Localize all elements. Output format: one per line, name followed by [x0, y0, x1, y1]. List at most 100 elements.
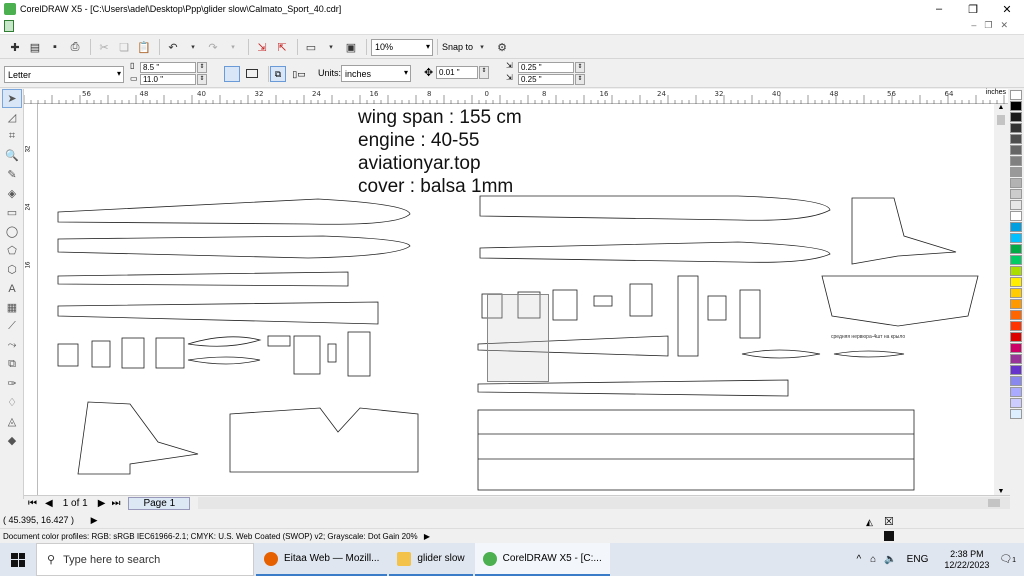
landscape-button[interactable]: [246, 69, 258, 78]
pick-tool-icon[interactable]: ➤: [2, 89, 22, 108]
ellipse-tool-icon[interactable]: ◯: [2, 222, 22, 241]
dimension-tool-icon[interactable]: ⟋: [2, 317, 22, 336]
color-swatch[interactable]: [1010, 310, 1022, 320]
text-tool-icon[interactable]: A: [2, 279, 22, 298]
cut-icon[interactable]: ✂: [95, 38, 113, 56]
zoom-level-select[interactable]: 10% ▾: [371, 38, 433, 56]
page-width-field[interactable]: 8.5 ": [140, 62, 196, 73]
copy-icon[interactable]: ❏: [115, 38, 133, 56]
show-hidden-icons-icon[interactable]: ^: [856, 554, 861, 565]
units-select[interactable]: inches ▾: [341, 65, 411, 82]
save-icon[interactable]: ▪: [46, 38, 64, 56]
horizontal-scroll-thumb[interactable]: [988, 499, 1000, 507]
first-page-icon[interactable]: ⏮: [28, 498, 37, 509]
current-page-button[interactable]: ▯▭: [290, 66, 308, 82]
color-swatch[interactable]: [1010, 178, 1022, 188]
export-icon[interactable]: ⇱: [273, 38, 291, 56]
color-swatch[interactable]: [1010, 288, 1022, 298]
polygon-tool-icon[interactable]: ⬠: [2, 241, 22, 260]
scroll-up-icon[interactable]: ▲: [994, 104, 1008, 111]
prev-page-icon[interactable]: ◀: [45, 498, 53, 509]
expand-arrow-icon[interactable]: ▶: [424, 532, 430, 541]
zoom-tool-icon[interactable]: 🔍: [2, 146, 22, 165]
crop-tool-icon[interactable]: ⌗: [2, 127, 22, 146]
taskbar-app-firefox[interactable]: Eitaa Web — Mozill...: [256, 543, 388, 576]
document-icon[interactable]: [4, 20, 14, 32]
welcome-screen-icon[interactable]: ▣: [342, 38, 360, 56]
notification-icon[interactable]: 🗨1: [999, 554, 1016, 565]
scroll-down-icon[interactable]: ▼: [994, 488, 1008, 495]
print-icon[interactable]: ⎙: [66, 38, 84, 56]
undo-dropdown-icon[interactable]: ▾: [184, 38, 202, 56]
page-height-field[interactable]: 11.0 ": [140, 74, 196, 85]
color-swatch[interactable]: [1010, 255, 1022, 265]
fill-tool-icon[interactable]: ◬: [2, 412, 22, 431]
expand-arrow-icon[interactable]: ▶: [91, 515, 98, 525]
color-swatch[interactable]: [1010, 354, 1022, 364]
basic-shapes-tool-icon[interactable]: ⬡: [2, 260, 22, 279]
color-swatch[interactable]: [1010, 167, 1022, 177]
nudge-distance-field[interactable]: 0.01 ": [436, 66, 478, 79]
color-swatch[interactable]: [1010, 343, 1022, 353]
horizontal-scrollbar[interactable]: [198, 497, 1010, 509]
duplicate-distance-y-field[interactable]: 0.25 ": [518, 74, 574, 85]
close-button[interactable]: ✕: [990, 0, 1024, 18]
language-indicator[interactable]: ENG: [907, 554, 929, 565]
snap-dropdown-icon[interactable]: ▾: [473, 38, 491, 56]
vertical-scrollbar[interactable]: ▲ ▼: [994, 104, 1008, 495]
redo-icon[interactable]: ↷: [204, 38, 222, 56]
horizontal-ruler[interactable]: 56 48 40 32 24 16 8 0 8 16 24 32 40 48 56 64 inches: [23, 89, 1010, 104]
import-icon[interactable]: ⇲: [253, 38, 271, 56]
color-swatch[interactable]: [1010, 299, 1022, 309]
color-swatch[interactable]: [1010, 134, 1022, 144]
paper-size-select[interactable]: Letter ▾: [4, 66, 124, 83]
taskbar-app-coreldraw[interactable]: CorelDRAW X5 - [C:...: [474, 543, 610, 576]
paste-icon[interactable]: 📋: [135, 38, 153, 56]
redo-dropdown-icon[interactable]: ▾: [224, 38, 242, 56]
table-tool-icon[interactable]: ▦: [2, 298, 22, 317]
color-swatch[interactable]: [1010, 409, 1022, 419]
eyedropper-tool-icon[interactable]: ✑: [2, 374, 22, 393]
options-icon[interactable]: ⚙: [493, 38, 511, 56]
maximize-button[interactable]: ❐: [956, 0, 990, 18]
duplicate-y-spinner[interactable]: ⇕: [575, 74, 585, 85]
shape-tool-icon[interactable]: ◿: [2, 108, 22, 127]
duplicate-x-spinner[interactable]: ⇕: [575, 62, 585, 73]
application-launcher-icon[interactable]: ▭: [302, 38, 320, 56]
color-swatch[interactable]: [1010, 376, 1022, 386]
interactive-fill-tool-icon[interactable]: ◆: [2, 431, 22, 450]
vertical-ruler[interactable]: 32 24 16: [24, 104, 38, 495]
taskbar-search-box[interactable]: ⚲ Type here to search: [36, 543, 254, 576]
network-icon[interactable]: ⌂: [870, 554, 876, 565]
page-tab[interactable]: Page 1: [128, 496, 191, 510]
nudge-spinner[interactable]: ⇕: [479, 66, 489, 79]
snap-to-button[interactable]: Snap to: [442, 42, 473, 52]
color-swatch[interactable]: [1010, 112, 1022, 122]
document-window-controls[interactable]: –❐✕: [971, 20, 1016, 31]
color-swatch[interactable]: [1010, 90, 1022, 100]
volume-icon[interactable]: 🔈: [884, 554, 896, 565]
color-swatch[interactable]: [1010, 277, 1022, 287]
undo-icon[interactable]: ↶: [164, 38, 182, 56]
color-swatch[interactable]: [1010, 244, 1022, 254]
taskbar-app-folder[interactable]: glider slow: [389, 543, 473, 576]
smart-fill-tool-icon[interactable]: ◈: [2, 184, 22, 203]
color-swatch[interactable]: [1010, 233, 1022, 243]
connector-tool-icon[interactable]: ⤳: [2, 336, 22, 355]
duplicate-distance-x-field[interactable]: 0.25 ": [518, 62, 574, 73]
drawing-canvas[interactable]: wing span : 155 cm engine : 40-55 aviati…: [38, 104, 994, 495]
color-swatch[interactable]: [1010, 200, 1022, 210]
color-swatch[interactable]: [1010, 156, 1022, 166]
outline-tool-icon[interactable]: ♢: [2, 393, 22, 412]
page-height-spinner[interactable]: ⇕: [197, 74, 207, 85]
last-page-icon[interactable]: ⏭: [111, 498, 120, 509]
all-pages-button[interactable]: ⧉: [270, 66, 286, 82]
blend-tool-icon[interactable]: ⧉: [2, 355, 22, 374]
next-page-icon[interactable]: ▶: [98, 498, 106, 509]
open-icon[interactable]: ▤: [26, 38, 44, 56]
rectangle-tool-icon[interactable]: ▭: [2, 203, 22, 222]
scroll-thumb[interactable]: [997, 115, 1005, 125]
new-document-icon[interactable]: ✚: [6, 38, 24, 56]
color-swatch[interactable]: [1010, 321, 1022, 331]
minimize-button[interactable]: –: [922, 0, 956, 18]
